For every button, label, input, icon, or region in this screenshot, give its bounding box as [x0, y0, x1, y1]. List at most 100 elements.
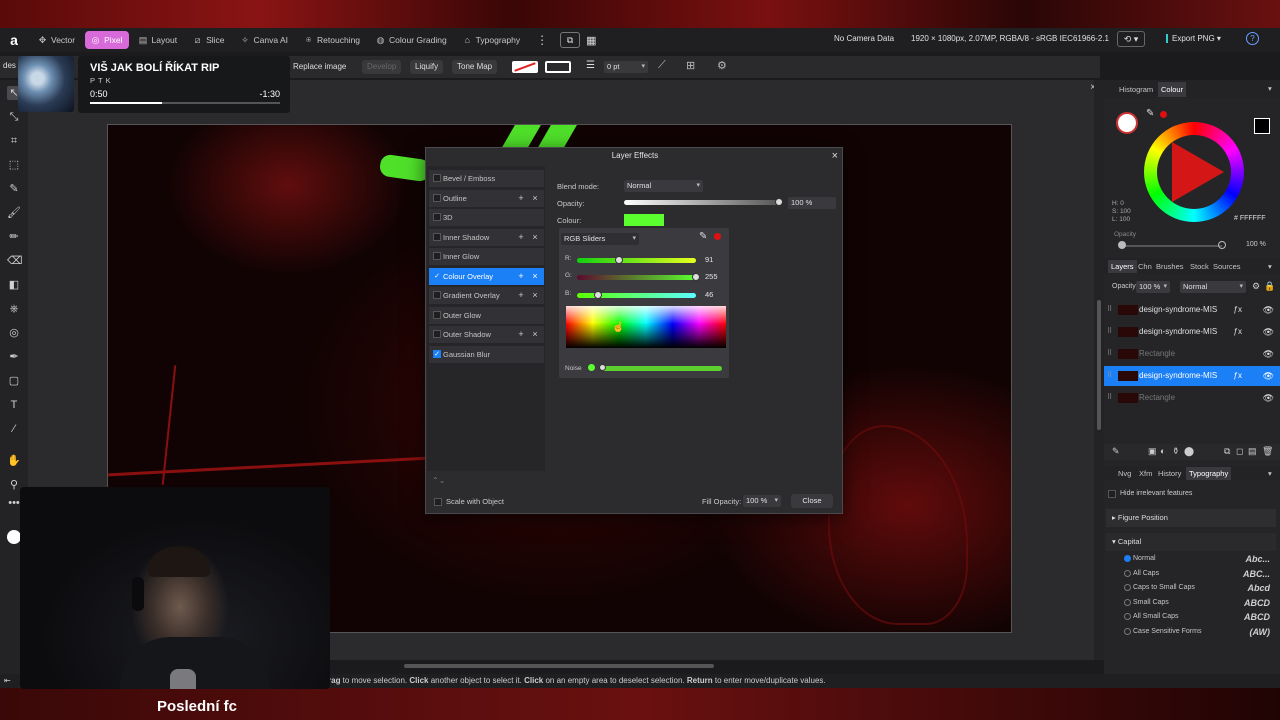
color-picker-icon[interactable]: ⁄ — [7, 422, 21, 436]
effect-checkbox[interactable] — [433, 310, 441, 319]
noise-thumb[interactable] — [599, 364, 606, 371]
rectangle-tool-icon[interactable]: ▢ — [7, 374, 21, 388]
h-scrollbar-thumb[interactable] — [404, 664, 714, 668]
g-slider[interactable] — [577, 275, 696, 280]
remove-effect-icon[interactable]: × — [530, 268, 540, 285]
picker-eyedropper-icon[interactable]: ✎ — [699, 231, 707, 242]
panel-menu-icon[interactable]: ▾ — [1268, 84, 1272, 93]
wrap-icon[interactable]: ⊞ — [686, 59, 695, 72]
hand-tool-icon[interactable]: ✋ — [7, 454, 21, 468]
effect-outline[interactable]: Outline + × — [429, 189, 544, 207]
visibility-eye-icon[interactable]: 👁 — [1263, 322, 1274, 342]
transform-tool-icon[interactable]: ⤡ — [7, 110, 21, 124]
opacity-thumb[interactable] — [775, 198, 783, 206]
layer-fx-icon[interactable]: ƒx — [1234, 366, 1242, 386]
mask-icon[interactable]: ⚱ — [1172, 446, 1180, 457]
radio-button[interactable] — [1124, 555, 1131, 562]
capital-option[interactable]: Caps to Small Caps Abcd — [1124, 581, 1274, 595]
scale-with-object-checkbox[interactable] — [434, 498, 442, 506]
tab-sources[interactable]: Sources — [1213, 262, 1241, 271]
colour-spectrum[interactable]: ☝ — [566, 306, 726, 348]
add-pixel-layer-icon[interactable]: ▤ — [1248, 446, 1257, 457]
effect-checkbox[interactable] — [433, 291, 441, 299]
fx-icon[interactable]: ▣ — [1148, 446, 1157, 457]
tab-layers[interactable]: Layers — [1108, 260, 1137, 273]
effect-outer-shadow[interactable]: Outer Shadow + × — [429, 326, 544, 343]
drag-handle-icon[interactable]: ⠿ — [1107, 300, 1112, 320]
fill-opacity-field[interactable]: 100 % ▾ — [743, 495, 781, 507]
effect-checkbox[interactable] — [433, 213, 441, 221]
colour-wheel[interactable] — [1144, 122, 1244, 222]
tone-map-button[interactable]: Tone Map — [452, 60, 498, 74]
erase-tool-icon[interactable]: ⌫ — [7, 254, 23, 268]
radio-button[interactable] — [1124, 569, 1131, 577]
adjustment-icon[interactable]: ◐ — [1160, 446, 1165, 456]
radio-button[interactable] — [1124, 598, 1131, 606]
tab-stock[interactable]: Stock — [1190, 262, 1209, 271]
gear-icon[interactable]: ⚙ — [717, 59, 727, 72]
more-tools-icon[interactable]: ••• — [7, 496, 21, 510]
picker-mode-select[interactable]: RGB Sliders ▾ — [561, 233, 639, 245]
liquify-button[interactable]: Liquify — [410, 60, 444, 74]
flood-fill-icon[interactable]: ◧ — [7, 278, 21, 292]
pressure-icon[interactable]: ⟋ — [658, 59, 666, 72]
bottom-menu-icon[interactable]: ▾ — [1268, 469, 1272, 478]
marquee-tool-icon[interactable]: ⬚ — [7, 158, 21, 172]
visibility-eye-icon[interactable]: 👁 — [1263, 366, 1274, 386]
lock-icon[interactable]: 🔒 — [1264, 281, 1275, 292]
persona-retouching[interactable]: ⍟ Retouching — [298, 31, 366, 49]
capital-option[interactable]: All Caps ABC... — [1124, 567, 1274, 581]
hex-value[interactable]: # FFFFFF — [1234, 215, 1266, 222]
capital-option[interactable]: Case Sensitive Forms (AW) — [1124, 625, 1274, 639]
drag-handle-icon[interactable]: ⠿ — [1107, 322, 1112, 342]
develop-button[interactable]: Develop — [362, 60, 402, 74]
effect-checkbox[interactable] — [433, 232, 441, 241]
effect-bevel-emboss[interactable]: Bevel / Emboss — [429, 170, 544, 187]
persona-colour-grading[interactable]: ◍ Colour Grading — [370, 31, 453, 49]
layer-row[interactable]: ⠿ Rectangle 👁 — [1104, 388, 1280, 408]
stroke-style-icon[interactable]: ☰ — [586, 60, 595, 71]
colour-triangle[interactable] — [1172, 142, 1224, 202]
noise-slider[interactable] — [601, 366, 722, 371]
trash-icon[interactable]: 🗑 — [1262, 446, 1273, 457]
effect-3d[interactable]: 3D — [429, 209, 544, 226]
effect-checkbox[interactable]: ✓ — [433, 349, 441, 358]
pen-tool-icon[interactable]: ✒ — [7, 350, 21, 364]
hide-irrelevant-checkbox[interactable] — [1108, 490, 1116, 498]
persona-canva-ai[interactable]: ✧ Canva AI — [235, 31, 295, 49]
effect-checkbox[interactable]: ✓ — [433, 271, 441, 280]
g-value[interactable]: 255 — [705, 272, 718, 281]
tab-colour[interactable]: Colour — [1158, 82, 1187, 97]
layer-row[interactable]: ⠿ design-syndrome-MIS ƒx 👁 — [1104, 366, 1280, 386]
r-slider[interactable] — [577, 258, 696, 263]
layer-blend-mode-field[interactable]: Normal ▾ — [1180, 281, 1246, 293]
persona-layout[interactable]: ▤ Layout — [133, 31, 184, 49]
horizontal-scrollbar[interactable] — [400, 663, 1090, 669]
stroke-width-field[interactable]: 0 pt ▾ — [604, 61, 648, 73]
effect-inner-shadow[interactable]: Inner Shadow + × — [429, 228, 544, 246]
add-effect-icon[interactable]: + — [516, 287, 526, 304]
layer-settings-icon[interactable]: ⚙ — [1252, 281, 1260, 292]
effect-checkbox[interactable] — [433, 252, 441, 260]
add-layer-icon[interactable]: ◻ — [1236, 446, 1243, 457]
visibility-eye-icon[interactable]: 👁 — [1263, 388, 1274, 408]
blur-tool-icon[interactable]: ◎ — [7, 326, 21, 340]
layer-fx-icon[interactable]: ƒx — [1234, 300, 1242, 320]
selection-brush-icon[interactable]: ✎ — [7, 182, 21, 196]
opacity-field[interactable]: 100 % — [788, 197, 836, 209]
layers-menu-icon[interactable]: ▾ — [1268, 262, 1272, 271]
stroke-colour-dot[interactable] — [1160, 111, 1167, 118]
snapping-icon[interactable]: ⟲ ▾ — [1117, 31, 1145, 47]
effect-outer-glow[interactable]: Outer Glow — [429, 306, 544, 324]
colour-swatch[interactable] — [624, 214, 664, 226]
help-icon[interactable]: ? — [1246, 32, 1259, 45]
paint-brush-icon[interactable]: 🖌 — [7, 206, 21, 220]
effect-checkbox[interactable] — [433, 193, 441, 202]
radio-button[interactable] — [1124, 613, 1131, 621]
tab-history[interactable]: History — [1158, 469, 1181, 478]
layer-edit-icon[interactable]: ✎ — [1112, 446, 1120, 457]
arrange-icon[interactable]: ⧉ — [560, 32, 581, 48]
tab-navigator[interactable]: Nvg — [1118, 469, 1131, 478]
eyedropper-icon[interactable]: ✎ — [1146, 108, 1154, 119]
more-icon[interactable]: ⋮ — [536, 33, 548, 47]
